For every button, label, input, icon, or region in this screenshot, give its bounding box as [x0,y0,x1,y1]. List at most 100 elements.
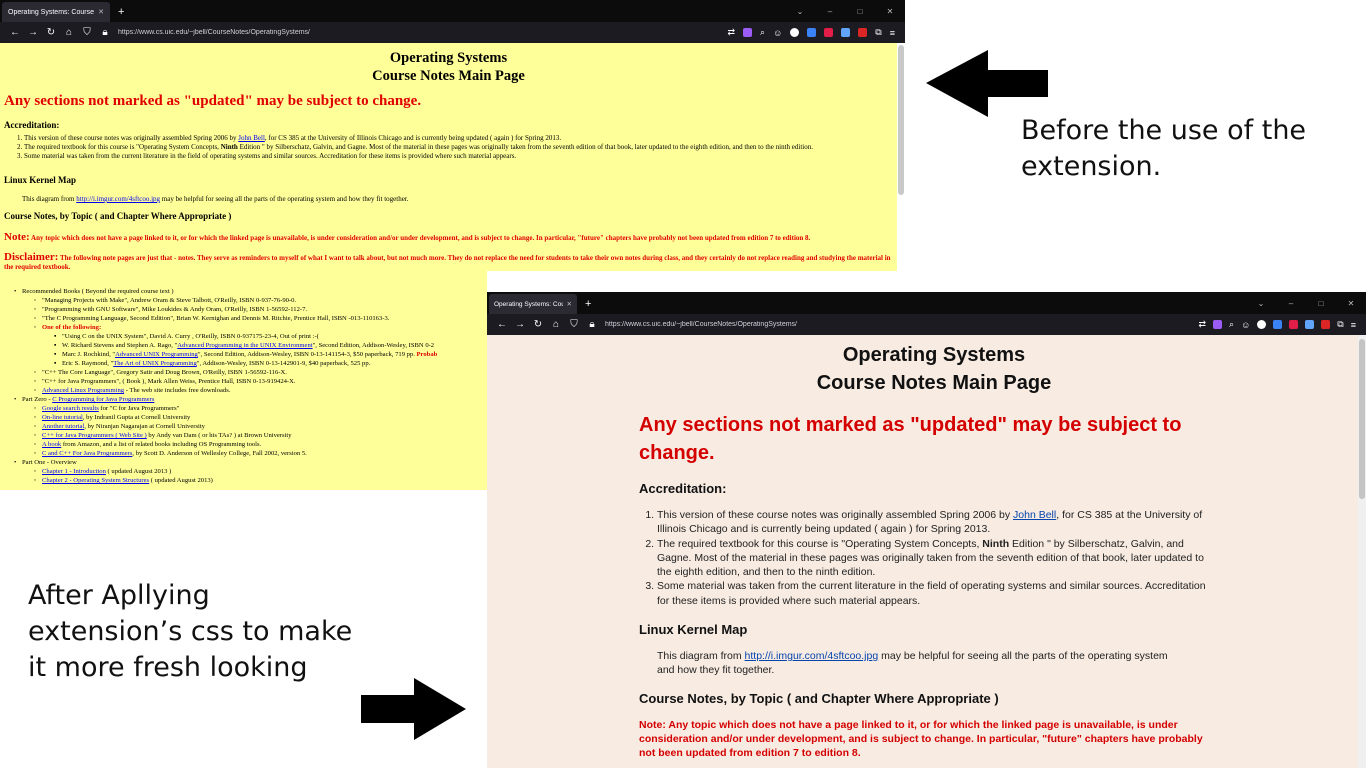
list-item-text: by Andy van Dam ( or his TAs? ) at Brown… [146,432,292,439]
search-icon[interactable]: ⌕ [1229,319,1234,330]
after-caption-line1: After Apllying [28,580,210,611]
list-item-link[interactable]: On-line tutorial [42,414,83,421]
list-item-link[interactable]: A book [42,441,61,448]
scrollbar-thumb[interactable] [898,45,904,195]
minimize-icon[interactable]: – [815,2,845,22]
list-item: A book from Amazon, and a list of relate… [34,440,487,449]
home-icon[interactable]: ⌂ [60,27,78,38]
list-item-link[interactable]: The Art of UNIX Programming [113,360,197,367]
forward-arrow-icon[interactable]: → [24,27,42,38]
extension-circle-icon[interactable] [1257,320,1267,329]
search-icon[interactable]: ⌕ [760,27,765,38]
after-caption-line2: extension’s css to make [28,616,353,647]
list-item-text: Recommended Books ( Beyond the required … [22,288,174,295]
list-item-link[interactable]: C and C++ For Java Programmers [42,450,132,457]
close-window-icon[interactable]: ✕ [1336,294,1366,314]
list-item: Google search results for "C for Java Pr… [34,404,487,413]
close-window-icon[interactable]: ✕ [875,2,905,22]
tab-list-icon[interactable]: ⌄ [785,2,815,22]
change-warning: Any sections not marked as "updated" may… [4,93,422,109]
extension-record-icon[interactable] [858,28,868,37]
list-item-link[interactable]: C++ for Java Programmers ( Web Site ) [42,432,147,439]
list-item: W. Richard Stevens and Stephen A. Rago, … [54,341,487,350]
address-bar[interactable]: https://www.cs.uic.edu/~jbell/CourseNote… [605,321,797,328]
tab-operating-systems[interactable]: Operating Systems: Course Notes M ✕ [2,2,110,22]
maximize-icon[interactable]: □ [845,2,875,22]
list-item: "Programming with GNU Software", Mike Lo… [34,305,487,314]
account-icon[interactable]: ☺ [773,28,782,38]
menu-icon[interactable]: ≡ [890,28,895,38]
extension-record-icon[interactable] [1321,320,1331,329]
list-item-text: ", Addison-Wesley, ISBN 0-13-142901-9, $… [196,360,371,367]
list-item-link[interactable]: Google search results [42,405,99,412]
list-item: "Managing Projects with Make", Andrew Or… [34,296,487,305]
extension-blue-icon[interactable] [1273,320,1283,329]
menu-icon[interactable]: ≡ [1351,320,1356,330]
extension-light-blue-icon[interactable] [1305,320,1315,329]
page-title: Operating Systems Course Notes Main Page [4,49,893,85]
minimize-icon[interactable]: – [1276,294,1306,314]
list-item: Another tutorial, by Niranjan Nagarajan … [34,422,487,431]
tab-close-icon[interactable]: ✕ [567,300,572,308]
right-arrow-icon [361,678,466,740]
back-arrow-icon[interactable]: ← [6,27,24,38]
new-tab-button[interactable]: + [110,2,132,22]
list-item-link[interactable]: Advanced Linux Programming [42,387,124,394]
list-item-link[interactable]: Chapter 1 - Introduction [42,468,106,475]
extension-circle-icon[interactable] [790,28,800,37]
list-item: Marc J. Rochkind, "Advanced UNIX Program… [54,350,487,359]
list-item-text: , by Niranjan Nagarajan at Cornell Unive… [84,423,205,430]
old-page-list: Recommended Books ( Beyond the required … [0,271,487,490]
list-item-link[interactable]: Advanced Programming in the UNIX Environ… [177,342,312,349]
list-item: Some material was taken from the current… [24,152,893,161]
reload-icon[interactable]: ↻ [529,319,547,330]
kernel-map-link[interactable]: http://i.imgur.com/4sftcoo.jpg [76,195,160,203]
scrollbar[interactable] [897,43,905,271]
forward-arrow-icon[interactable]: → [511,319,529,330]
scrollbar-thumb[interactable] [1359,339,1365,499]
home-icon[interactable]: ⌂ [547,319,565,330]
extension-purple-icon[interactable] [1213,320,1223,329]
extensions-puzzle-icon[interactable]: ⧉ [1337,319,1343,330]
extension-light-blue-icon[interactable] [841,28,851,37]
scrollbar[interactable] [1358,335,1366,768]
page-title-line1: Operating Systems [389,50,508,66]
john-bell-link[interactable]: John Bell [238,134,265,142]
list-item: "The C Programming Language, Second Edit… [34,314,487,323]
shield-icon[interactable]: ⛉ [78,27,96,38]
extensions-puzzle-icon[interactable]: ⧉ [875,27,881,38]
extension-blue-icon[interactable] [807,28,817,37]
list-item-link[interactable]: C Programming for Java Programmers [52,396,154,403]
topics-heading: Course Notes, by Topic ( and Chapter Whe… [4,211,232,221]
page-title-line2: Course Notes Main Page [372,68,525,84]
extension-red-icon[interactable] [824,28,834,37]
tab-title: Operating Systems: Course Notes M [494,300,563,308]
tab-list-icon[interactable]: ⌄ [1246,294,1276,314]
lock-icon[interactable]: 🔒︎ [96,27,114,38]
list-item-text: "Programming with GNU Software", Mike Lo… [42,306,308,313]
back-arrow-icon[interactable]: ← [493,319,511,330]
course-list: Recommended Books ( Beyond the required … [14,287,487,485]
tab-strip: Operating Systems: Course Notes M ✕ + ⌄ … [487,292,1366,314]
list-item-link[interactable]: Advanced UNIX Programming [115,351,198,358]
maximize-icon[interactable]: □ [1306,294,1336,314]
address-bar[interactable]: https://www.cs.uic.edu/~jbell/CourseNote… [118,29,310,36]
kernel-map-heading: Linux Kernel Map [4,175,77,185]
extension-red-icon[interactable] [1289,320,1299,329]
new-tab-button[interactable]: + [577,294,599,314]
reload-icon[interactable]: ↻ [42,27,60,38]
translate-icon[interactable]: ⇄ [1199,319,1207,330]
list-item-link[interactable]: Chapter 2 - Operating System Structures [42,477,149,484]
tab-close-icon[interactable]: ✕ [98,8,104,16]
extension-purple-icon[interactable] [743,28,753,37]
kernel-map-link[interactable]: http://i.imgur.com/4sftcoo.jpg [745,650,879,662]
list-item-text: "C++ The Core Language", Gregory Satir a… [42,369,287,376]
tab-operating-systems[interactable]: Operating Systems: Course Notes M ✕ [489,294,577,314]
shield-icon[interactable]: ⛉ [565,319,583,330]
account-icon[interactable]: ☺ [1241,320,1250,330]
list-item: This version of these course notes was o… [24,134,893,143]
list-item-link[interactable]: Another tutorial [42,423,84,430]
lock-icon[interactable]: 🔒︎ [583,319,601,330]
john-bell-link[interactable]: John Bell [1013,509,1056,521]
translate-icon[interactable]: ⇄ [728,27,736,38]
